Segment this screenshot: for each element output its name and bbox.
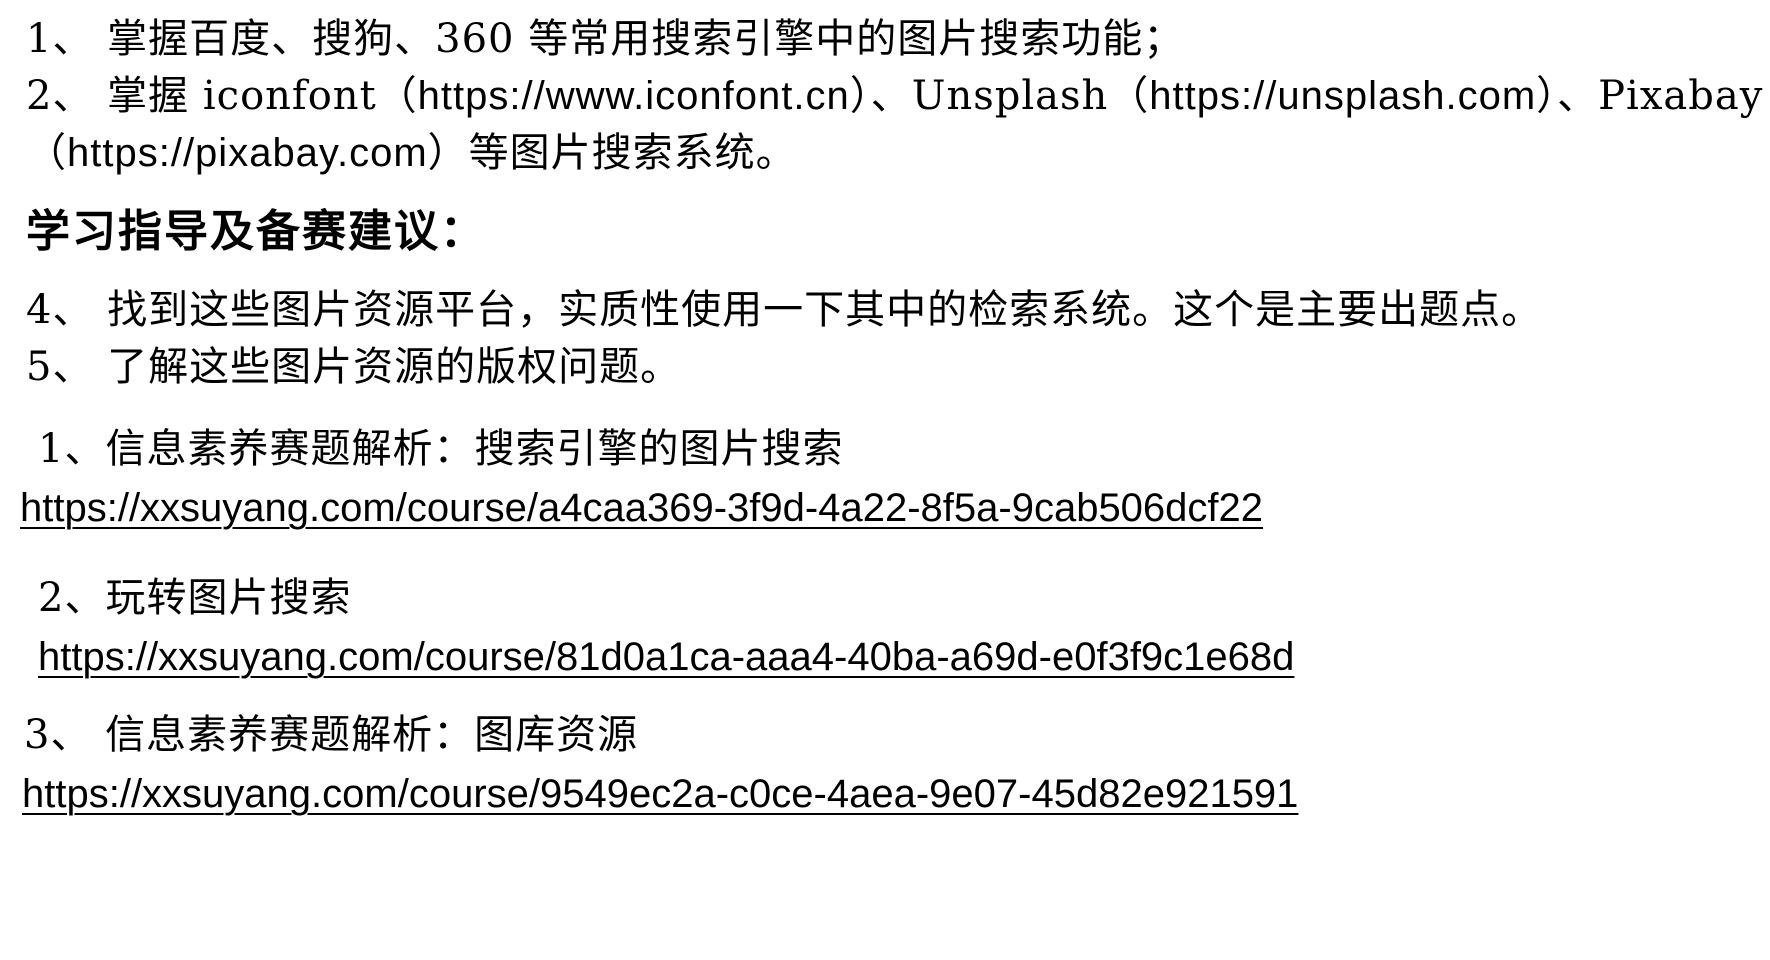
objective-item-1-text: 1、 掌握百度、搜狗、360 等常用搜索引擎中的图片搜索功能； <box>26 16 1185 62</box>
document-page: 1、 掌握百度、搜狗、360 等常用搜索引擎中的图片搜索功能； 2、 掌握 ic… <box>0 0 1770 960</box>
pixabay-url: https://pixabay.com <box>67 131 428 175</box>
objective-item-2-separator-2: ）、Pixabay <box>1536 73 1764 119</box>
unsplash-url: https://unsplash.com <box>1149 74 1537 118</box>
objective-item-2-separator-1: ）、Unsplash（ <box>849 73 1150 119</box>
objective-item-2-open-paren: （ <box>26 130 67 176</box>
course-link-1[interactable]: https://xxsuyang.com/course/a4caa369-3f9… <box>20 484 1263 532</box>
guidance-item-5: 5、 了解这些图片资源的版权问题。 <box>26 344 682 390</box>
objective-item-2-line-1: 2、 掌握 iconfont（https://www.iconfont.cn）、… <box>26 71 1763 121</box>
course-link-3[interactable]: https://xxsuyang.com/course/9549ec2a-c0c… <box>22 770 1298 818</box>
objective-item-2-line-2: （https://pixabay.com）等图片搜索系统。 <box>26 128 797 178</box>
course-title-2: 2、玩转图片搜索 <box>38 575 352 621</box>
course-link-2[interactable]: https://xxsuyang.com/course/81d0a1ca-aaa… <box>38 633 1294 681</box>
course-title-1: 1、信息素养赛题解析：搜索引擎的图片搜索 <box>38 426 844 472</box>
guidance-item-4: 4、 找到这些图片资源平台，实质性使用一下其中的检索系统。这个是主要出题点。 <box>26 287 1543 333</box>
objective-item-1: 1、 掌握百度、搜狗、360 等常用搜索引擎中的图片搜索功能； <box>26 14 1184 64</box>
course-title-3: 3、 信息素养赛题解析：图库资源 <box>24 712 639 758</box>
objective-item-2-suffix: ）等图片搜索系统。 <box>427 130 797 176</box>
iconfont-url: https://www.iconfont.cn <box>417 74 850 118</box>
objective-item-2-prefix: 2、 掌握 iconfont（ <box>26 73 418 119</box>
guidance-heading: 学习指导及备赛建议： <box>26 206 486 257</box>
